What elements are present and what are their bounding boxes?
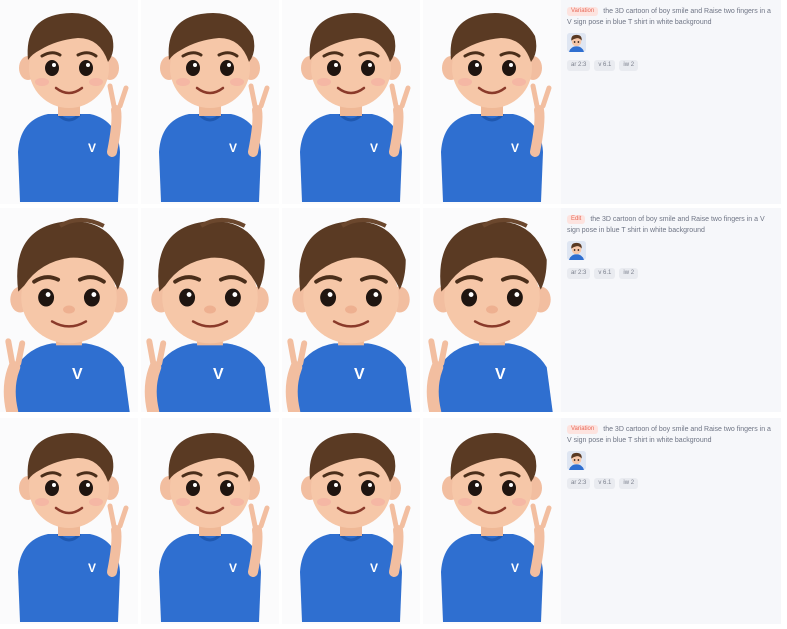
prompt-text[interactable]: Variation the 3D cartoon of boy smile and… [567, 6, 775, 28]
generated-image[interactable] [423, 0, 561, 204]
job-type-badge: Variation [567, 7, 599, 16]
generated-image[interactable] [423, 418, 561, 624]
prompt-text[interactable]: Variation the 3D cartoon of boy smile and… [567, 424, 775, 446]
image-weight-chip[interactable]: iw 2 [619, 478, 639, 489]
generated-image[interactable] [141, 208, 279, 412]
generated-image[interactable] [282, 208, 420, 412]
generation-row: Variation the 3D cartoon of boy smile and… [0, 418, 787, 624]
image-grid [0, 0, 561, 204]
job-type-badge: Variation [567, 425, 599, 434]
job-type-badge: Edit [567, 215, 586, 224]
job-details: Edit the 3D cartoon of boy smile and Rais… [561, 208, 781, 412]
reference-image-thumbnail[interactable] [567, 33, 586, 52]
aspect-ratio-chip[interactable]: ar 2:3 [567, 478, 591, 489]
generated-image[interactable] [141, 0, 279, 204]
prompt-text[interactable]: Edit the 3D cartoon of boy smile and Rais… [567, 214, 775, 236]
job-details: Variation the 3D cartoon of boy smile and… [561, 418, 781, 624]
generated-image[interactable] [0, 0, 138, 204]
image-grid [0, 418, 561, 624]
image-weight-chip[interactable]: iw 2 [619, 60, 639, 71]
parameter-chips: ar 2:3 v 6.1 iw 2 [567, 60, 775, 71]
parameter-chips: ar 2:3 v 6.1 iw 2 [567, 268, 775, 279]
image-grid [0, 208, 561, 412]
image-weight-chip[interactable]: iw 2 [619, 268, 639, 279]
aspect-ratio-chip[interactable]: ar 2:3 [567, 60, 591, 71]
version-chip[interactable]: v 6.1 [594, 60, 616, 71]
generated-image[interactable] [141, 418, 279, 624]
version-chip[interactable]: v 6.1 [594, 478, 616, 489]
aspect-ratio-chip[interactable]: ar 2:3 [567, 268, 591, 279]
generated-image[interactable] [0, 418, 138, 624]
generated-image[interactable] [282, 418, 420, 624]
prompt-label: the 3D cartoon of boy smile and Raise tw… [567, 216, 765, 234]
generation-row: Variation the 3D cartoon of boy smile and… [0, 0, 787, 204]
generated-image[interactable] [282, 0, 420, 204]
reference-image-thumbnail[interactable] [567, 451, 586, 470]
generated-image[interactable] [423, 208, 561, 412]
generated-image[interactable] [0, 208, 138, 412]
parameter-chips: ar 2:3 v 6.1 iw 2 [567, 478, 775, 489]
job-details: Variation the 3D cartoon of boy smile and… [561, 0, 781, 204]
version-chip[interactable]: v 6.1 [594, 268, 616, 279]
reference-image-thumbnail[interactable] [567, 241, 586, 260]
image-feed: Variation the 3D cartoon of boy smile and… [0, 0, 787, 629]
generation-row: Edit the 3D cartoon of boy smile and Rais… [0, 208, 787, 412]
